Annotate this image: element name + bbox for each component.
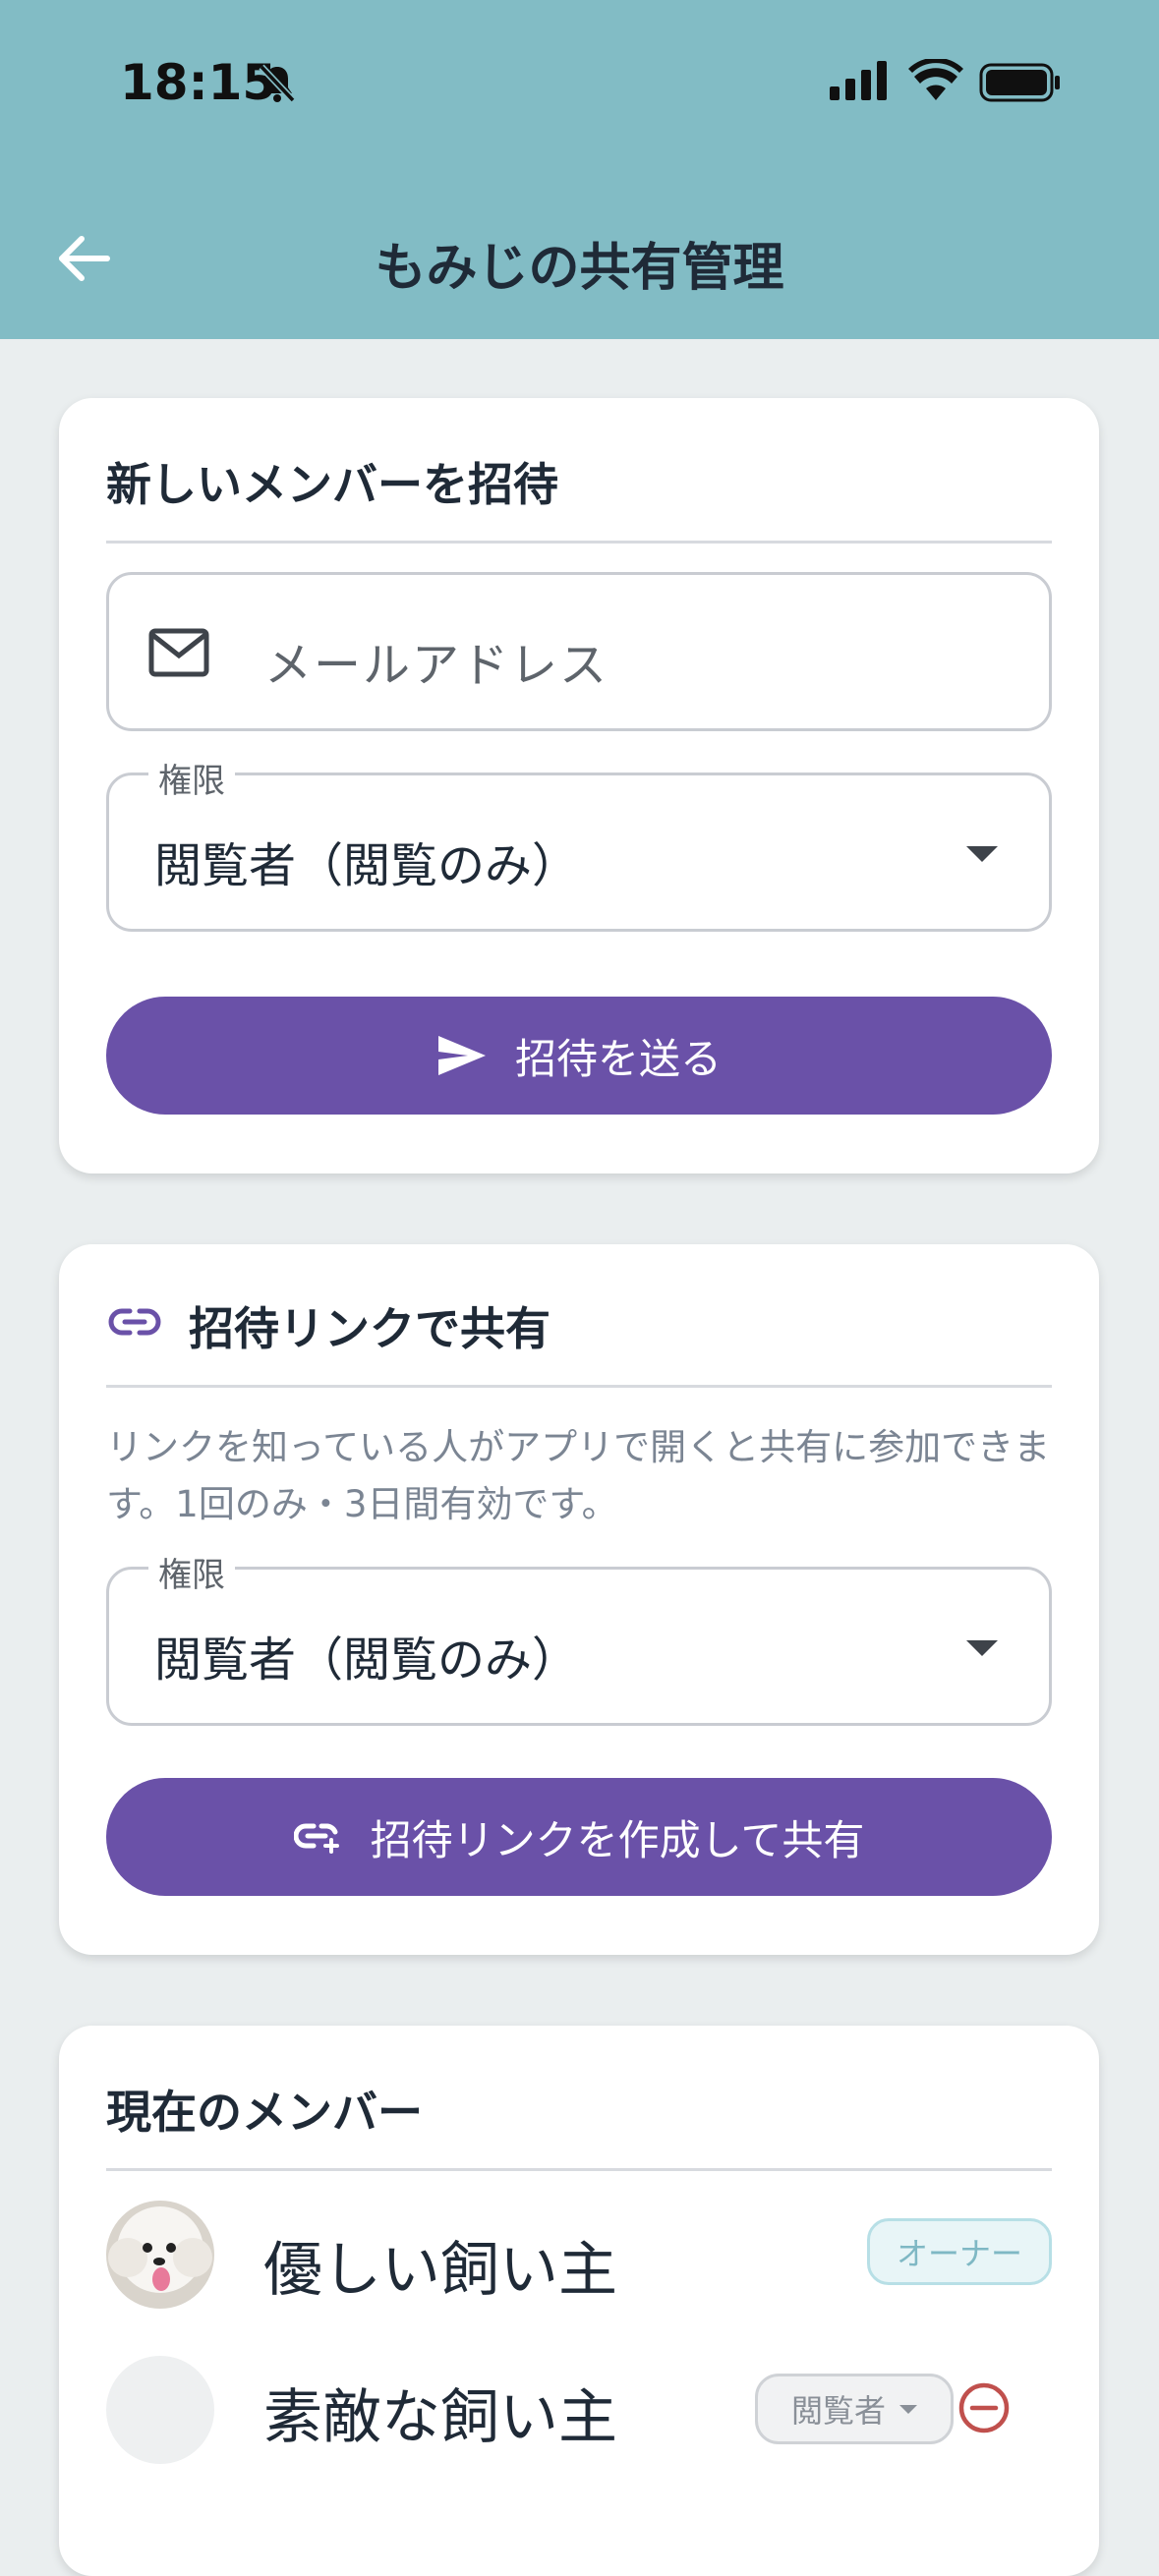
avatar (106, 2356, 214, 2464)
add-link-icon (293, 1820, 343, 1854)
battery-icon (979, 63, 1062, 106)
send-invite-button[interactable]: 招待を送る (106, 997, 1052, 1115)
link-permission-select[interactable]: 権限 閲覧者（閲覧のみ） (106, 1548, 1052, 1726)
create-link-label: 招待リンクを作成して共有 (370, 1815, 865, 1864)
divider (106, 2168, 1052, 2171)
permission-value: 閲覧者（閲覧のみ） (154, 1632, 580, 1688)
members-card: 現在のメンバー 優しい飼い主 オーナー 素敵な飼い主 閲覧者 (59, 2026, 1099, 2576)
wifi-icon (908, 57, 963, 104)
role-value: 閲覧者 (790, 2392, 886, 2430)
member-row: 素敵な飼い主 閲覧者 (106, 2356, 1052, 2464)
invite-permission-select[interactable]: 権限 閲覧者（閲覧のみ） (106, 754, 1052, 932)
remove-member-button[interactable] (957, 2381, 1011, 2438)
link-card-title: 招待リンクで共有 (189, 1302, 551, 1355)
chevron-down-icon (899, 2404, 917, 2414)
role-badge-owner: オーナー (867, 2218, 1052, 2285)
member-row: 優しい飼い主 オーナー (106, 2201, 1052, 2309)
role-select[interactable]: 閲覧者 (755, 2374, 954, 2444)
invite-link-card: 招待リンクで共有 リンクを知っている人がアプリで開くと共有に参加できます。1回の… (59, 1244, 1099, 1955)
link-description: リンクを知っている人がアプリで開くと共有に参加できます。1回のみ・3日間有効です… (106, 1426, 1051, 1525)
invite-card-title: 新しいメンバーを招待 (106, 458, 558, 511)
create-link-button[interactable]: 招待リンクを作成して共有 (106, 1778, 1052, 1896)
app-header: 18:15 もみじの共有管理 (0, 0, 1159, 339)
permission-label: 権限 (148, 1548, 235, 1596)
send-icon (436, 1034, 488, 1077)
bell-off-icon (258, 63, 297, 108)
member-name: 素敵な飼い主 (263, 2383, 617, 2452)
member-name: 優しい飼い主 (263, 2236, 617, 2305)
divider (106, 541, 1052, 544)
mail-icon (148, 628, 209, 681)
avatar (106, 2201, 214, 2309)
members-card-title: 現在のメンバー (106, 2086, 423, 2139)
chevron-down-icon (966, 846, 998, 862)
email-placeholder: メールアドレス (264, 638, 609, 693)
send-invite-label: 招待を送る (514, 1034, 722, 1083)
cellular-signal-icon (830, 61, 891, 104)
page-title: もみじの共有管理 (375, 239, 784, 298)
permission-value: 閲覧者（閲覧のみ） (154, 838, 580, 893)
link-icon (108, 1307, 161, 1341)
invite-card: 新しいメンバーを招待 メールアドレス 権限 閲覧者（閲覧のみ） 招待を送る (59, 398, 1099, 1174)
chevron-down-icon (966, 1640, 998, 1656)
permission-label: 権限 (148, 754, 235, 802)
email-field[interactable]: メールアドレス (106, 572, 1052, 731)
status-time: 18:15 (120, 54, 277, 111)
divider (106, 1385, 1052, 1388)
remove-circle-icon (958, 2382, 1010, 2433)
